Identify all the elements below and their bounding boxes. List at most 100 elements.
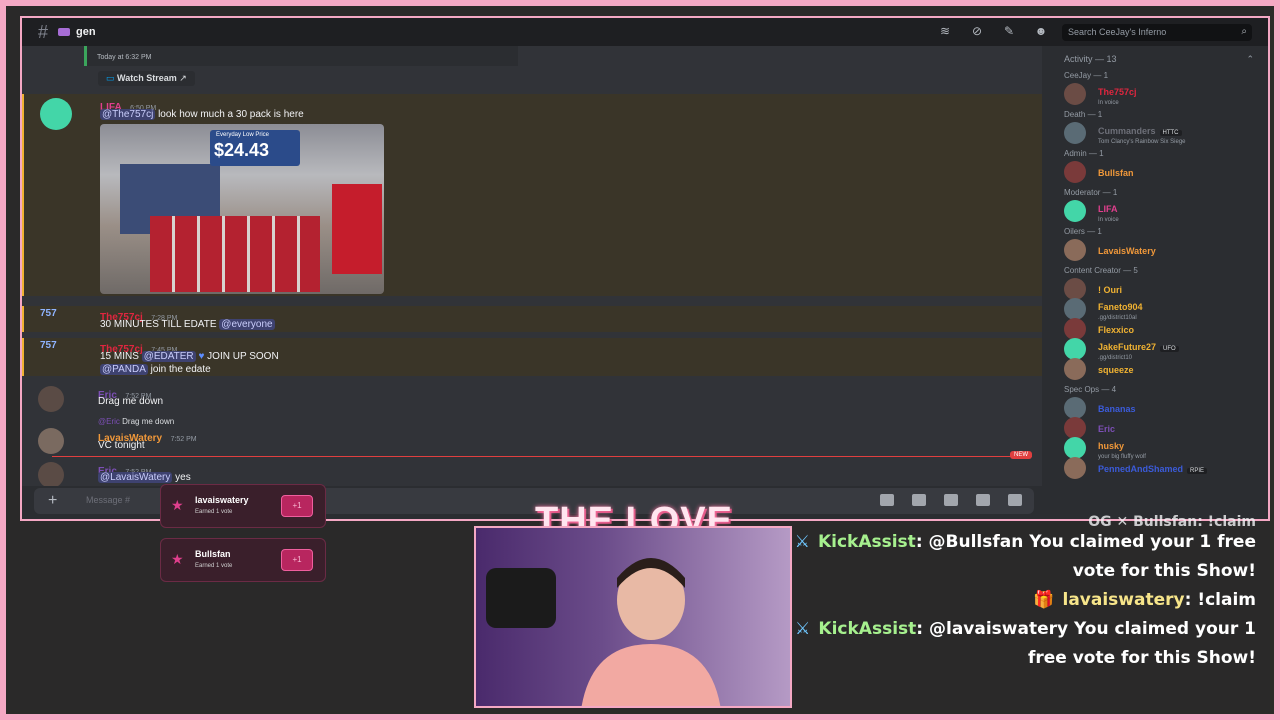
watch-stream-button[interactable]: ▭ Watch Stream ↗	[98, 71, 195, 86]
avatar[interactable]	[38, 386, 64, 412]
activity-header[interactable]: Activity — 13 ⌃	[1064, 54, 1254, 65]
attached-image[interactable]: Everyday Low Price $24.43	[100, 124, 384, 294]
member-item[interactable]: JakeFuture27 UFO .gg/district10	[1064, 338, 1254, 361]
avatar	[1064, 298, 1086, 320]
sticker-icon[interactable]	[944, 494, 958, 506]
member-item[interactable]: ! Ouri	[1064, 278, 1254, 300]
gif-icon[interactable]	[912, 494, 926, 506]
microphone	[486, 568, 556, 628]
search-icon: ⌕	[1241, 26, 1247, 37]
server-tag: UFO	[1160, 346, 1179, 352]
reply-preview[interactable]: @Eric Drag me down	[98, 417, 174, 426]
member-item[interactable]: Eric	[1064, 417, 1254, 439]
live-chat-line: ⚔ KickAssist: @Bullsfan You claimed your …	[786, 528, 1256, 586]
member-item[interactable]: squeeze	[1064, 358, 1254, 380]
member-name: JakeFuture27	[1098, 342, 1157, 352]
avatar[interactable]: 757	[40, 340, 62, 362]
member-info: ! Ouri	[1098, 280, 1122, 298]
vote-card: ★ lavaiswatery Earned 1 vote +1	[160, 484, 326, 528]
pin-icon[interactable]: ✎	[1002, 24, 1016, 38]
member-item[interactable]: Bananas	[1064, 397, 1254, 419]
chat-username[interactable]: KickAssist	[818, 532, 916, 552]
member-groups: CeeJay — 1 The757cj In voice Death — 1 Cumma…	[1064, 71, 1254, 479]
member-item[interactable]: PennedAndShamed RPIE	[1064, 457, 1254, 479]
member-info: The757cj In voice	[1098, 82, 1137, 106]
hashtag-icon: #	[38, 21, 49, 42]
chat-message: : !claim	[1184, 590, 1256, 610]
avatar[interactable]	[38, 428, 64, 454]
message-item: Eric 7:52 PM Drag me down	[22, 384, 1042, 412]
plus-one-button[interactable]: +1	[281, 549, 313, 571]
member-item[interactable]: LavaisWatery	[1064, 239, 1254, 261]
soda-stack	[150, 216, 320, 292]
member-item[interactable]: The757cj In voice	[1064, 82, 1254, 106]
chevron-up-icon[interactable]: ⌃	[1246, 54, 1254, 65]
message-item: LIFA 6:50 PM @The757cj look how much a 3…	[22, 94, 1042, 296]
member-item[interactable]: Bullsfan	[1064, 161, 1254, 183]
avatar	[1064, 437, 1086, 459]
avatar[interactable]	[38, 462, 64, 486]
avatar	[1064, 200, 1086, 222]
star-icon: ★	[171, 551, 184, 567]
plus-icon[interactable]: +	[48, 492, 57, 510]
member-item[interactable]: LIFA In voice	[1064, 200, 1254, 223]
vote-card: ★ Bullsfan Earned 1 vote +1	[160, 538, 326, 582]
screen-share-icon: ▭	[106, 73, 115, 83]
price-sign: Everyday Low Price $24.43	[210, 130, 300, 166]
voter-name: lavaiswatery	[195, 495, 249, 505]
avatar	[1064, 358, 1086, 380]
member-info: squeeze	[1098, 360, 1134, 378]
vote-status: Earned 1 vote	[195, 563, 233, 569]
avatar	[1064, 83, 1086, 105]
member-name: Bananas	[1098, 404, 1136, 414]
star-icon: ★	[171, 497, 184, 513]
channel-name: gen	[76, 26, 96, 38]
search-input[interactable]: Search CeeJay's Inferno ⌕	[1062, 24, 1252, 41]
member-item[interactable]: Faneto904 .gg/district10al	[1064, 298, 1254, 321]
member-item[interactable]: Cummanders HTTC Tom Clancy's Rainbow Six S…	[1064, 122, 1254, 145]
member-item[interactable]: Flexxico	[1064, 318, 1254, 340]
member-info: Bullsfan	[1098, 163, 1134, 181]
heart-emoji-icon: ♥	[198, 351, 205, 362]
webcam-feed	[474, 526, 792, 708]
member-status: In voice	[1098, 100, 1119, 106]
member-name: husky	[1098, 441, 1125, 451]
member-info: Eric	[1098, 419, 1115, 437]
avatar[interactable]	[40, 98, 72, 130]
member-name: LIFA	[1098, 204, 1118, 214]
apps-icon[interactable]	[1008, 494, 1022, 506]
member-name: LavaisWatery	[1098, 246, 1156, 256]
composer-tools	[880, 494, 1022, 506]
chat-username[interactable]: lavaiswatery	[1063, 590, 1185, 610]
voter-name: Bullsfan	[195, 549, 231, 559]
avatar	[1064, 278, 1086, 300]
message-input[interactable]: Message #	[86, 495, 130, 505]
emoji-icon[interactable]	[976, 494, 990, 506]
avatar	[1064, 457, 1086, 479]
member-name: ! Ouri	[1098, 285, 1122, 295]
member-name: Faneto904	[1098, 302, 1143, 312]
member-group-title: Oilers — 1	[1064, 227, 1102, 236]
chat-username[interactable]: KickAssist	[818, 619, 916, 639]
avatar	[1064, 397, 1086, 419]
avatar[interactable]: 757	[40, 308, 62, 330]
avatar	[1064, 122, 1086, 144]
member-name: PennedAndShamed	[1098, 464, 1184, 474]
member-group-title: Death — 1	[1064, 110, 1103, 119]
member-group-title: CeeJay — 1	[1064, 71, 1109, 80]
streamer	[581, 558, 721, 706]
avatar	[1064, 417, 1086, 439]
server-tag: RPIE	[1187, 468, 1208, 474]
plus-one-button[interactable]: +1	[281, 495, 313, 517]
member-item[interactable]: husky your big fluffy wolf	[1064, 437, 1254, 460]
threads-icon[interactable]: ≋	[938, 24, 952, 38]
member-list-icon[interactable]: ☻	[1034, 24, 1048, 38]
message-item: @Eric Drag me down LavaisWatery 7:52 PM …	[22, 416, 1042, 454]
member-name: Eric	[1098, 424, 1116, 434]
gift-icon[interactable]	[880, 494, 894, 506]
mute-icon[interactable]: ⊘	[970, 24, 984, 38]
live-chat-line: ⚔ KickAssist: @lavaiswatery You claimed y…	[786, 615, 1256, 673]
member-info: Flexxico	[1098, 320, 1134, 338]
avatar	[1064, 318, 1086, 340]
member-name: Cummanders	[1098, 126, 1156, 136]
